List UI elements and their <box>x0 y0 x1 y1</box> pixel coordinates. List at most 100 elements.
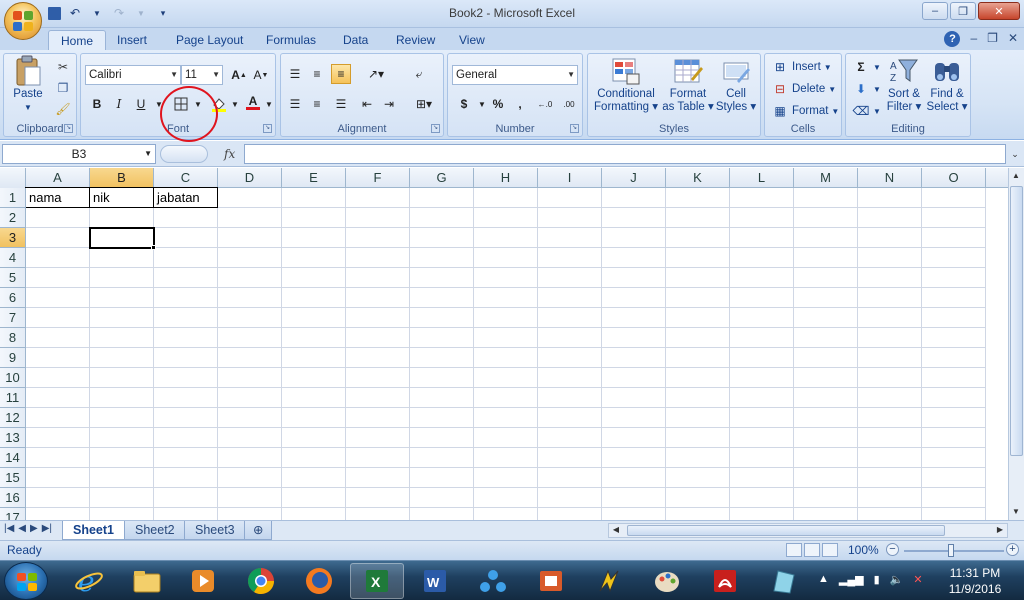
worksheet-grid[interactable]: A B C D E F G H I J K L M N O nama nik j… <box>0 168 1008 520</box>
cell-l17[interactable] <box>730 508 794 520</box>
cell-e11[interactable] <box>282 388 346 408</box>
cell-i4[interactable] <box>538 248 602 268</box>
align-left-icon[interactable]: ☰ <box>285 94 305 114</box>
paint-icon[interactable] <box>640 563 694 599</box>
cell-e5[interactable] <box>282 268 346 288</box>
cell-b10[interactable] <box>90 368 154 388</box>
align-middle-icon[interactable]: ≡ <box>307 64 327 84</box>
format-painter-icon[interactable]: 🖌 <box>54 100 72 118</box>
cell-l13[interactable] <box>730 428 794 448</box>
cell-f16[interactable] <box>346 488 410 508</box>
cell-k14[interactable] <box>666 448 730 468</box>
cell-m1[interactable] <box>794 188 858 208</box>
orientation-icon[interactable]: ↗▾ <box>361 64 391 84</box>
cell-i12[interactable] <box>538 408 602 428</box>
cell-e17[interactable] <box>282 508 346 520</box>
insert-sheet-icon[interactable]: ⊕ <box>244 521 273 540</box>
cell-a3[interactable] <box>26 228 90 248</box>
cell-n3[interactable] <box>858 228 922 248</box>
cell-o5[interactable] <box>922 268 986 288</box>
cell-k8[interactable] <box>666 328 730 348</box>
column-header-o[interactable]: O <box>922 168 986 188</box>
formula-input[interactable] <box>244 144 1006 164</box>
cell-k5[interactable] <box>666 268 730 288</box>
cell-b16[interactable] <box>90 488 154 508</box>
cell-h16[interactable] <box>474 488 538 508</box>
cell-o7[interactable] <box>922 308 986 328</box>
presentation-app-icon[interactable] <box>524 563 578 599</box>
cell-k7[interactable] <box>666 308 730 328</box>
number-format-select[interactable]: General ▼ <box>452 65 578 85</box>
excel-taskbar-icon[interactable]: X <box>350 563 404 599</box>
tab-view[interactable]: View <box>447 30 497 50</box>
cell-a16[interactable] <box>26 488 90 508</box>
cell-f13[interactable] <box>346 428 410 448</box>
cell-o15[interactable] <box>922 468 986 488</box>
conditional-formatting-button[interactable]: Conditional Formatting ▾ <box>590 56 662 114</box>
increase-decimal-button[interactable]: ←.0 <box>534 94 556 114</box>
cell-m5[interactable] <box>794 268 858 288</box>
cell-g7[interactable] <box>410 308 474 328</box>
cell-b6[interactable] <box>90 288 154 308</box>
tab-insert[interactable]: Insert <box>105 30 159 50</box>
cell-i13[interactable] <box>538 428 602 448</box>
cell-m10[interactable] <box>794 368 858 388</box>
cell-h12[interactable] <box>474 408 538 428</box>
cell-f15[interactable] <box>346 468 410 488</box>
first-sheet-icon[interactable]: |◀ <box>4 523 14 534</box>
volume-icon[interactable]: 🔈 <box>890 573 904 586</box>
column-header-l[interactable]: L <box>730 168 794 188</box>
row-header-4[interactable]: 4 <box>0 248 26 268</box>
cell-a11[interactable] <box>26 388 90 408</box>
row-header-13[interactable]: 13 <box>0 428 26 448</box>
pdf-reader-icon[interactable] <box>698 563 752 599</box>
cell-c12[interactable] <box>154 408 218 428</box>
cell-l9[interactable] <box>730 348 794 368</box>
column-header-j[interactable]: J <box>602 168 666 188</box>
cell-c13[interactable] <box>154 428 218 448</box>
cell-e9[interactable] <box>282 348 346 368</box>
sheet-tab-sheet2[interactable]: Sheet2 <box>124 521 186 540</box>
winamp-icon[interactable] <box>582 563 636 599</box>
last-sheet-icon[interactable]: ▶| <box>42 523 52 534</box>
cell-f10[interactable] <box>346 368 410 388</box>
cell-f2[interactable] <box>346 208 410 228</box>
font-size-select[interactable]: 11 ▼ <box>181 65 223 85</box>
cell-m14[interactable] <box>794 448 858 468</box>
cell-n5[interactable] <box>858 268 922 288</box>
cell-f5[interactable] <box>346 268 410 288</box>
cell-j6[interactable] <box>602 288 666 308</box>
cell-l16[interactable] <box>730 488 794 508</box>
cell-j10[interactable] <box>602 368 666 388</box>
cell-e16[interactable] <box>282 488 346 508</box>
row-header-2[interactable]: 2 <box>0 208 26 228</box>
cell-o6[interactable] <box>922 288 986 308</box>
column-header-a[interactable]: A <box>26 168 90 188</box>
copy-icon[interactable]: ❐ <box>54 79 72 97</box>
zoom-slider-track[interactable] <box>904 550 1004 552</box>
cell-c15[interactable] <box>154 468 218 488</box>
cell-j17[interactable] <box>602 508 666 520</box>
tab-formulas[interactable]: Formulas <box>254 30 328 50</box>
help-icon[interactable]: ? <box>944 31 961 47</box>
cell-f14[interactable] <box>346 448 410 468</box>
column-header-i[interactable]: I <box>538 168 602 188</box>
autosum-button[interactable]: Σ ▼ <box>852 58 881 76</box>
grow-font-button[interactable]: A ▲ <box>229 65 249 85</box>
row-header-7[interactable]: 7 <box>0 308 26 328</box>
cell-m17[interactable] <box>794 508 858 520</box>
cell-i14[interactable] <box>538 448 602 468</box>
format-as-table-button[interactable]: Format as Table ▾ <box>662 56 714 114</box>
cell-l10[interactable] <box>730 368 794 388</box>
row-header-15[interactable]: 15 <box>0 468 26 488</box>
cell-m12[interactable] <box>794 408 858 428</box>
paste-button[interactable]: Paste ▼ <box>6 55 50 114</box>
cell-k10[interactable] <box>666 368 730 388</box>
close-button[interactable]: ✕ <box>978 2 1020 20</box>
cell-k16[interactable] <box>666 488 730 508</box>
tab-page-layout[interactable]: Page Layout <box>164 30 255 50</box>
column-header-m[interactable]: M <box>794 168 858 188</box>
cell-n10[interactable] <box>858 368 922 388</box>
prev-sheet-icon[interactable]: ◀ <box>18 523 26 534</box>
cell-g6[interactable] <box>410 288 474 308</box>
